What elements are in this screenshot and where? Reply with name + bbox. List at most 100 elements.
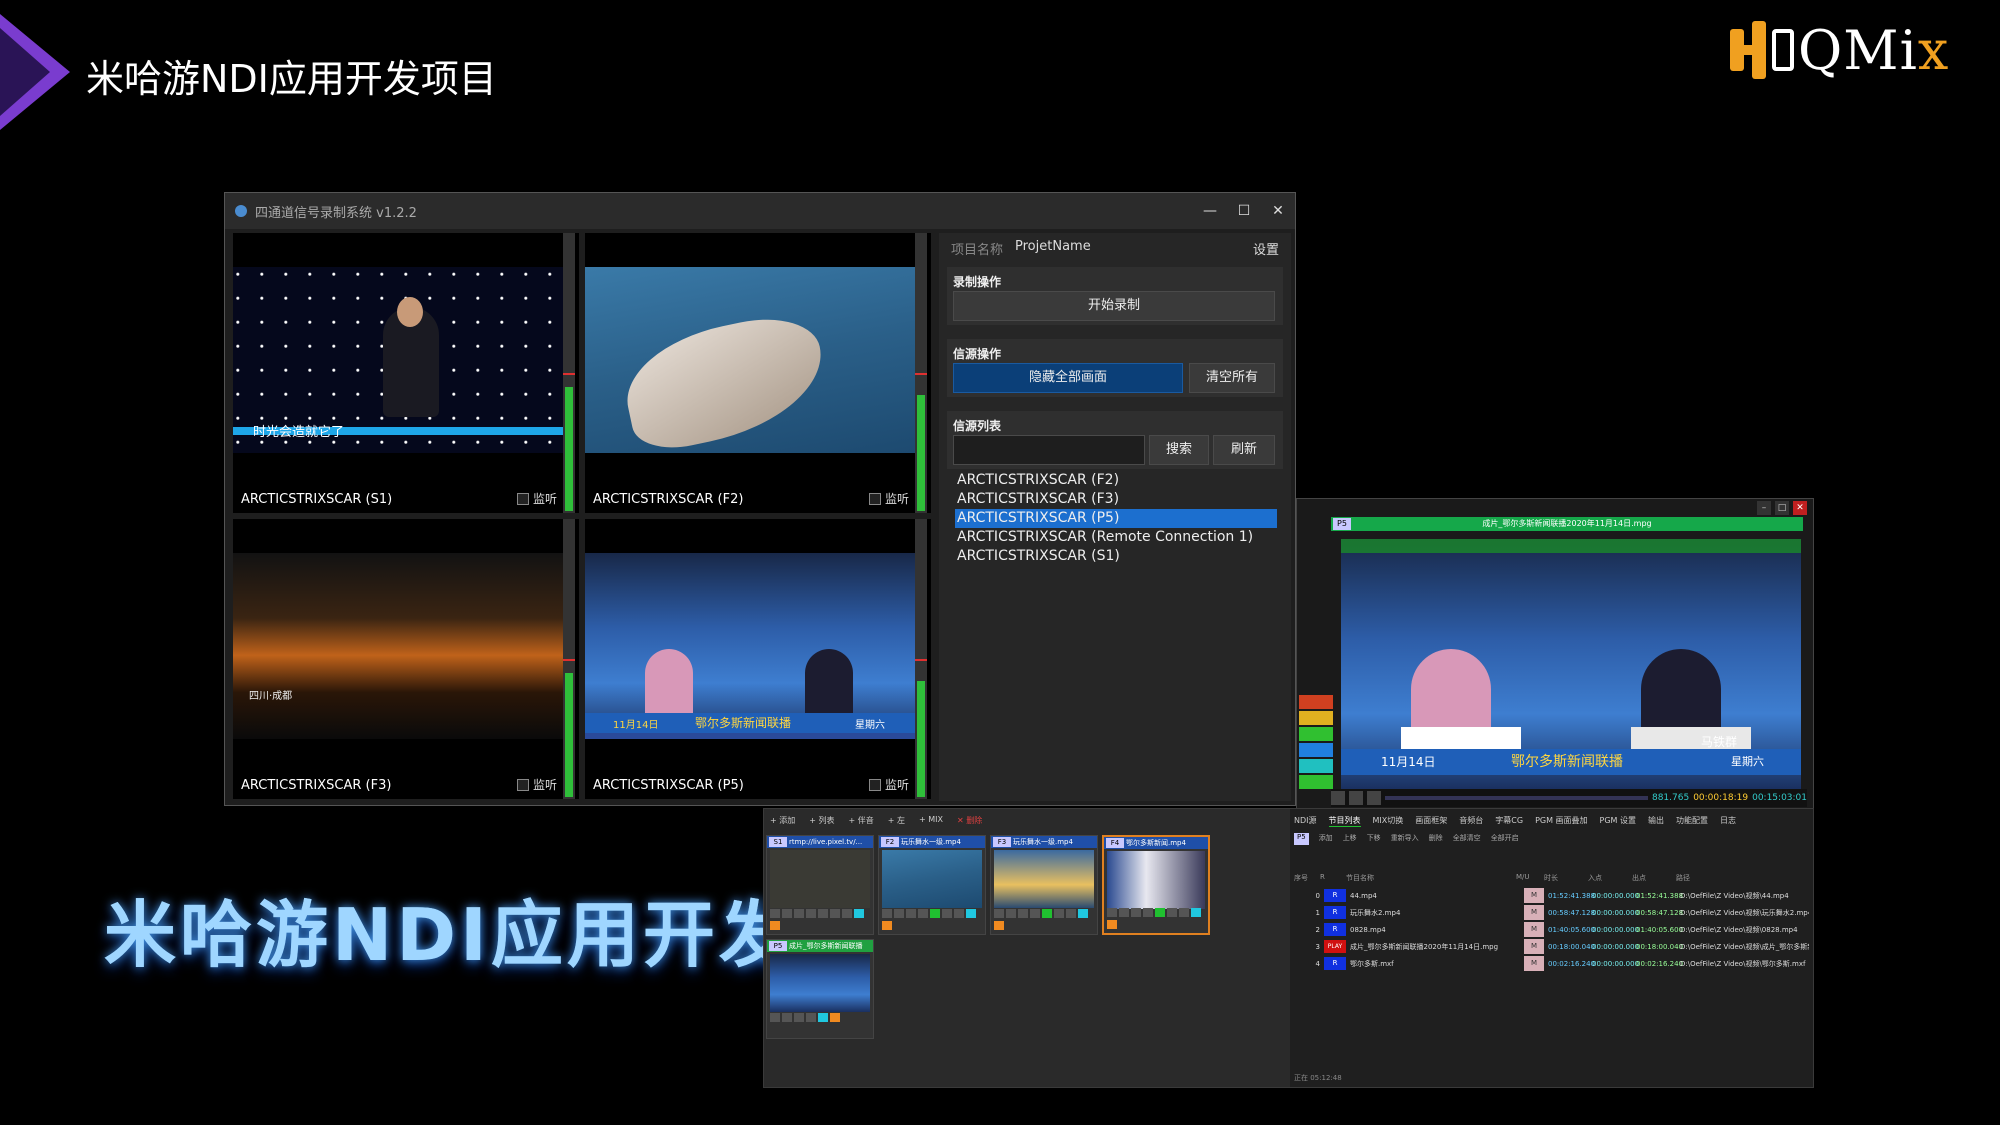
tab-cg[interactable]: 字幕CG: [1495, 815, 1523, 827]
source-search-input[interactable]: [953, 435, 1145, 465]
move-up-button[interactable]: 上移: [1343, 833, 1357, 845]
cell-controls: [1107, 908, 1205, 930]
search-button[interactable]: 搜索: [1149, 435, 1209, 465]
tab-program-list[interactable]: 节目列表: [1328, 815, 1361, 827]
section-title: 信源列表: [953, 419, 1002, 433]
tab-pgm-settings[interactable]: PGM 设置: [1600, 815, 1636, 827]
video-feed: 11月14日 鄂尔多斯新闻联播 星期六: [585, 553, 915, 739]
col-index: 序号: [1294, 874, 1308, 882]
tab-frame[interactable]: 画面框架: [1415, 815, 1447, 827]
playlist-row[interactable]: 0 R 44.mp4 M 01:52:41.388 00:00:00.000 01:52:4…: [1294, 887, 1809, 904]
cell-tag: F2: [881, 837, 899, 847]
app-icon: [235, 205, 247, 217]
ticker-text: 鄂尔多斯新闻联播: [695, 716, 792, 730]
project-name: ProjetName: [1015, 239, 1091, 254]
tile-subtitle: 时光会造就它了: [253, 425, 345, 440]
video-tile-f3[interactable]: 四川·成都 ARCTICSTRIXSCAR (F3) 监听: [233, 519, 579, 799]
clear-all-button[interactable]: 全部清空: [1453, 833, 1481, 845]
status-text: 正在 05:12:48: [1294, 1074, 1342, 1082]
tab-ndi[interactable]: NDI源: [1294, 815, 1317, 827]
source-list-item-selected[interactable]: ARCTICSTRIXSCAR (P5): [955, 509, 1277, 528]
playlist-row-playing[interactable]: 3 PLAY 成片_鄂尔多斯新闻联播2020年11月14日.mpg M 00:18:00…: [1294, 938, 1809, 955]
record-section: 录制操作 开始录制: [947, 267, 1283, 325]
cell-tag: S1: [769, 837, 787, 847]
stop-icon[interactable]: [1349, 791, 1363, 805]
source-list-item[interactable]: ARCTICSTRIXSCAR (F3): [955, 490, 1277, 509]
left-button[interactable]: + 左: [888, 815, 905, 826]
ticker-date: 11月14日: [613, 720, 659, 731]
video-tile-f2[interactable]: ARCTICSTRIXSCAR (F2) 监听: [585, 233, 931, 513]
transport-bar: 881.765 00:00:18:19 00:15:03:01: [1331, 789, 1807, 807]
source-list-item[interactable]: ARCTICSTRIXSCAR (Remote Connection 1): [955, 528, 1277, 547]
playlist-row[interactable]: 2 R 0828.mp4 M 01:40:05.600 00:00:00.000 01:40…: [1294, 921, 1809, 938]
monitor-checkbox[interactable]: 监听: [516, 490, 557, 507]
ticker-day: 星期六: [1731, 755, 1764, 768]
monitor-checkbox[interactable]: 监听: [868, 776, 909, 793]
minimize-icon[interactable]: –: [1757, 501, 1771, 515]
ticker-date: 11月14日: [1381, 755, 1436, 769]
recorder-title: 四通道信号录制系统 v1.2.2: [255, 205, 417, 221]
preview-video: 李莎莎 马铁群 11月14日 鄂尔多斯新闻联播 星期六: [1341, 539, 1801, 789]
add-item-button[interactable]: 添加: [1319, 833, 1333, 845]
play-icon[interactable]: [1367, 791, 1381, 805]
tile-subtitle: 四川·成都: [249, 691, 293, 702]
playlist-row[interactable]: 4 R 鄂尔多斯.mxf M 00:02:16.240 00:00:00.000 00:02…: [1294, 955, 1809, 972]
monitor-checkbox[interactable]: 监听: [516, 776, 557, 793]
reimport-button[interactable]: 重新导入: [1391, 833, 1419, 845]
preview-ticker: 11月14日 鄂尔多斯新闻联播 星期六: [1341, 749, 1801, 775]
col-in: 入点: [1588, 874, 1602, 882]
project-row: 项目名称 ProjetName 设置: [951, 239, 1279, 258]
close-icon[interactable]: ✕: [1261, 203, 1295, 219]
tab-audio[interactable]: 音频台: [1459, 815, 1483, 827]
source-cell-f4[interactable]: 鄂尔多斯新闻.mp4 F4: [1102, 835, 1210, 935]
settings-link[interactable]: 设置: [1253, 239, 1279, 258]
source-cell-f2[interactable]: 玩乐舞水一级.mp4 F2: [878, 835, 986, 935]
preview-badge: P5: [1333, 518, 1351, 530]
ticker-text: 鄂尔多斯新闻联播: [1511, 754, 1623, 770]
qmix-logo: QMix: [1728, 16, 1949, 84]
tab-mix[interactable]: MIX切换: [1373, 815, 1404, 827]
meter-level: [917, 681, 925, 797]
enable-all-button[interactable]: 全部开启: [1491, 833, 1519, 845]
source-list-item[interactable]: ARCTICSTRIXSCAR (F2): [955, 471, 1277, 490]
channel-badge: P5: [1294, 833, 1309, 845]
delete-item-button[interactable]: 删除: [1429, 833, 1443, 845]
playlist-tabs: NDI源 节目列表 MIX切换 画面框架 音频台 字幕CG PGM 画面叠加 P…: [1294, 815, 1736, 827]
timecode-1: 881.765: [1651, 793, 1690, 803]
tab-output[interactable]: 输出: [1648, 815, 1664, 827]
playout-app-window: + 添加 + 列表 + 伴音 + 左 + MIX ✕ 删除 rtmp://liv…: [763, 808, 1814, 1088]
audio-button[interactable]: + 伴音: [849, 815, 874, 826]
mix-button[interactable]: + MIX: [919, 815, 943, 826]
source-cell-p5[interactable]: 成片_鄂尔多斯新闻联播 P5: [766, 939, 874, 1039]
delete-button[interactable]: ✕ 删除: [957, 815, 982, 826]
video-tile-s1[interactable]: 时光会造就它了 ARCTICSTRIXSCAR (S1) 监听: [233, 233, 579, 513]
clear-all-button[interactable]: 清空所有: [1189, 363, 1275, 393]
cell-thumbnail: [994, 850, 1094, 908]
refresh-button[interactable]: 刷新: [1213, 435, 1275, 465]
list-button[interactable]: + 列表: [809, 815, 834, 826]
source-cell-s1[interactable]: rtmp://live.pixel.tv/... S1: [766, 835, 874, 935]
tab-config[interactable]: 功能配置: [1676, 815, 1708, 827]
maximize-icon[interactable]: ☐: [1227, 203, 1261, 219]
tab-pgm-overlay[interactable]: PGM 画面叠加: [1535, 815, 1587, 827]
hide-all-button[interactable]: 隐藏全部画面: [953, 363, 1183, 393]
video-tile-p5[interactable]: 11月14日 鄂尔多斯新闻联播 星期六 ARCTICSTRIXSCAR (P5)…: [585, 519, 931, 799]
add-button[interactable]: + 添加: [770, 815, 795, 826]
source-cell-f3[interactable]: 玩乐舞水一级.mp4 F3: [990, 835, 1098, 935]
close-icon[interactable]: ✕: [1793, 501, 1807, 515]
pause-icon[interactable]: [1331, 791, 1345, 805]
cell-controls: [770, 909, 870, 931]
preview-grid: 时光会造就它了 ARCTICSTRIXSCAR (S1) 监听 ARCTICST…: [233, 233, 933, 801]
monitor-checkbox[interactable]: 监听: [868, 490, 909, 507]
maximize-icon[interactable]: □: [1775, 501, 1789, 515]
video-feed: 四川·成都: [233, 553, 563, 739]
start-record-button[interactable]: 开始录制: [953, 291, 1275, 321]
minimize-icon[interactable]: —: [1193, 203, 1227, 219]
playlist-header: 序号 R 节目名称 M/U 时长 入点 出点 路径: [1294, 873, 1809, 885]
source-list-item[interactable]: ARCTICSTRIXSCAR (S1): [955, 547, 1277, 566]
tab-log[interactable]: 日志: [1720, 815, 1736, 827]
move-down-button[interactable]: 下移: [1367, 833, 1381, 845]
progress-track[interactable]: [1385, 796, 1648, 800]
logo-mark-icon: [1728, 21, 1798, 79]
playlist-row[interactable]: 1 R 玩乐舞水2.mp4 M 00:58:47.128 00:00:00.000 00:5…: [1294, 904, 1809, 921]
